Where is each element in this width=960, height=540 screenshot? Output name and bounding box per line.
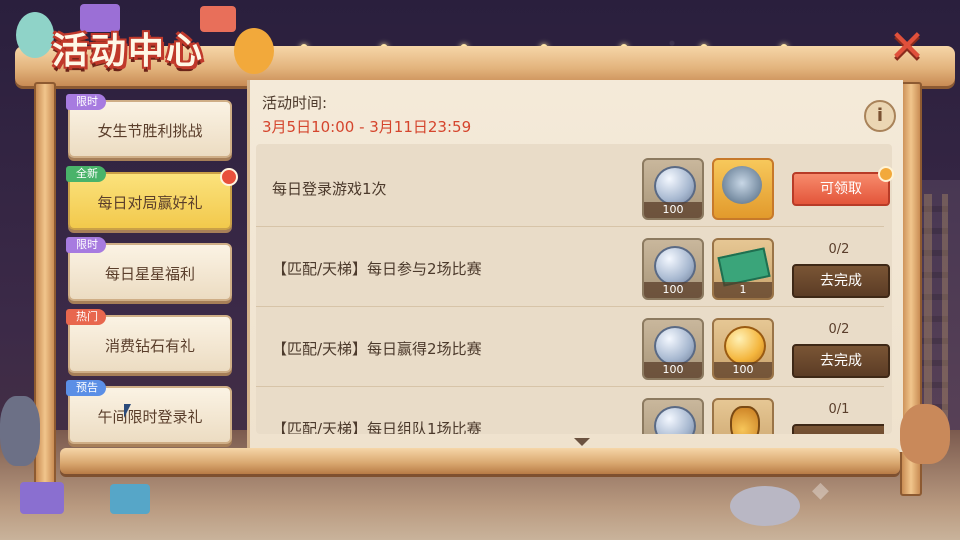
tom-cat-tail-icon: [0, 396, 40, 466]
reward-count: 1: [714, 282, 772, 298]
tab-tag: 限时: [66, 94, 106, 110]
sidebar-item-noon-login[interactable]: 预告 午间限时登录礼: [66, 380, 232, 444]
go-complete-button[interactable]: 去完成: [792, 264, 890, 298]
tab-tag: 热门: [66, 309, 106, 325]
task-row: 【匹配/天梯】每日组队1场比赛 0/1: [256, 388, 884, 434]
task-row: 每日登录游戏1次 100 可领取: [256, 148, 894, 227]
task-title: 【匹配/天梯】每日参与2场比赛: [272, 260, 482, 278]
reward-slot[interactable]: 100: [642, 238, 704, 300]
sidebar-item-label: 女生节胜利挑战: [97, 122, 203, 140]
task-progress: 0/2: [828, 322, 850, 337]
silver-coin-icon: [654, 166, 696, 206]
gold-coin-icon: [724, 326, 766, 366]
silver-coin-icon: [654, 246, 696, 286]
sidebar-item-womens-day[interactable]: 限时 女生节胜利挑战: [66, 94, 232, 158]
page-title: 活动中心: [52, 31, 205, 72]
character-portrait-icon: [722, 166, 762, 204]
reward-count: 100: [644, 362, 702, 378]
task-row: 【匹配/天梯】每日参与2场比赛 100 1 0/2 去完成: [256, 228, 890, 307]
sidebar-item-daily-stars[interactable]: 限时 每日星星福利: [66, 237, 232, 301]
balloon-icon: [16, 12, 54, 58]
task-title: 【匹配/天梯】每日赢得2场比赛: [272, 340, 482, 358]
reward-count: 100: [644, 282, 702, 298]
activity-time-range: 3月5日10:00 - 3月11日23:59: [262, 118, 472, 136]
reward-slot[interactable]: 100: [712, 318, 774, 380]
reward-slot[interactable]: [712, 158, 774, 220]
task-title: 每日登录游戏1次: [272, 180, 387, 198]
go-complete-button[interactable]: 去完成: [792, 344, 890, 378]
reward-count: 100: [714, 362, 772, 378]
sidebar-item-label: 消费钻石有礼: [104, 337, 195, 355]
sleeping-mouse-icon: [730, 486, 800, 526]
silver-coin-icon: [654, 406, 696, 434]
watermark-logo: ◆: [812, 478, 829, 503]
tab-tag: 全新: [66, 166, 106, 182]
reward-slot[interactable]: 100: [642, 158, 704, 220]
sidebar-item-label: 每日星星福利: [104, 265, 195, 283]
reward-count: 100: [644, 202, 702, 218]
go-complete-button[interactable]: [792, 424, 884, 434]
gift-box-icon: [20, 482, 64, 514]
close-button[interactable]: ✕: [884, 24, 930, 70]
sidebar-item-daily-match[interactable]: 全新 每日对局赢好礼: [66, 166, 238, 230]
board-bottom-rail: [60, 448, 900, 474]
tab-tag: 限时: [66, 237, 106, 253]
sidebar-item-diamond-spend[interactable]: 热门 消费钻石有礼: [66, 309, 232, 373]
tab-tag: 预告: [66, 380, 106, 396]
reward-slot[interactable]: 1: [712, 238, 774, 300]
gift-box-icon: [200, 6, 236, 32]
notification-dot-icon: [878, 166, 894, 182]
jerry-mouse-icon: [900, 404, 950, 464]
sidebar-item-label: 午间限时登录礼: [97, 408, 203, 426]
ticket-icon: [717, 247, 771, 287]
activity-time-label: 活动时间:: [262, 94, 328, 112]
reward-slot[interactable]: [642, 398, 704, 434]
task-title: 【匹配/天梯】每日组队1场比赛: [272, 420, 482, 434]
task-progress: 0/2: [828, 242, 850, 257]
balloon-icon: [234, 28, 274, 74]
claim-button[interactable]: 可领取: [792, 172, 890, 206]
task-progress: 0/1: [828, 402, 850, 417]
gift-box-icon: [110, 484, 150, 514]
sidebar-item-label: 每日对局赢好礼: [97, 194, 203, 212]
info-icon[interactable]: i: [864, 100, 896, 132]
reward-slot[interactable]: [712, 398, 774, 434]
scroll-down-arrow-icon[interactable]: [574, 438, 590, 446]
potion-icon: [730, 406, 760, 434]
reward-slot[interactable]: 100: [642, 318, 704, 380]
silver-coin-icon: [654, 326, 696, 366]
notification-dot-icon: [220, 168, 238, 186]
task-row: 【匹配/天梯】每日赢得2场比赛 100 100 0/2 去完成: [256, 308, 890, 387]
mouse-cursor-icon: [124, 404, 131, 418]
